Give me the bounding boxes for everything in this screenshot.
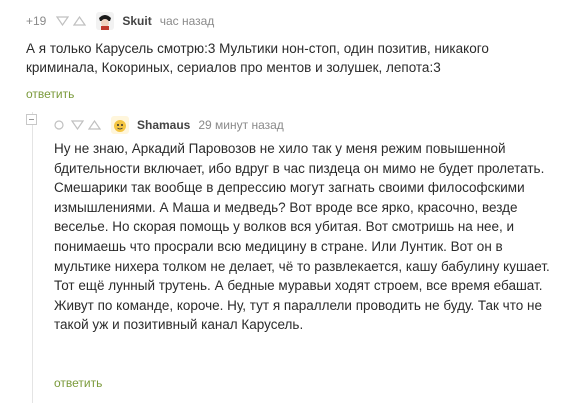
comment-header: +19 Skuit час назад — [26, 12, 214, 30]
comment-time[interactable]: 29 минут назад — [198, 118, 283, 132]
vote-up-icon[interactable] — [88, 120, 101, 130]
avatar[interactable] — [96, 12, 115, 30]
reply-link[interactable]: ответить — [54, 376, 102, 390]
comment-text: А я только Карусель смотрю:3 Мультики но… — [26, 41, 489, 75]
comment-header: Shamaus 29 минут назад — [54, 116, 284, 134]
comment-rating: +19 — [26, 14, 47, 28]
vote-up-icon[interactable] — [73, 16, 87, 26]
vote-down-icon[interactable] — [56, 16, 70, 26]
thread-line[interactable] — [32, 112, 33, 403]
vote-down-icon[interactable] — [54, 120, 67, 130]
comment-time[interactable]: час назад — [160, 14, 215, 28]
author-name[interactable]: Shamaus — [137, 118, 190, 132]
author-name[interactable]: Skuit — [122, 14, 151, 28]
comment-paragraph: Ну не знаю, Аркадий Паровозов не хило та… — [54, 141, 545, 176]
reply-link[interactable]: ответить — [26, 87, 74, 101]
comment-paragraph: Смешарики так вообще в депрессию могут з… — [54, 180, 550, 333]
collapse-minus-icon[interactable] — [26, 114, 37, 125]
vote-down-icon[interactable] — [71, 120, 84, 130]
comment-text: Ну не знаю, Аркадий Паровозов не хило та… — [54, 139, 554, 335]
avatar[interactable] — [111, 116, 129, 134]
